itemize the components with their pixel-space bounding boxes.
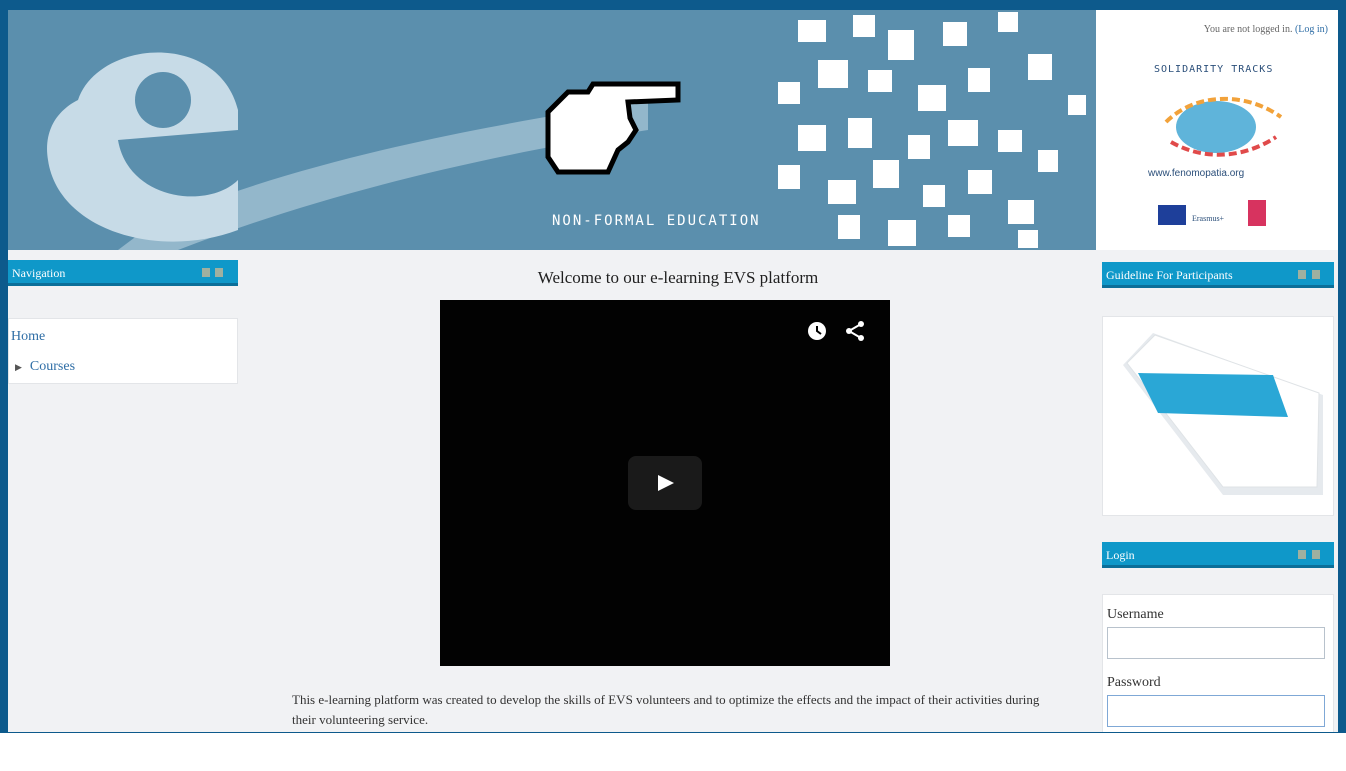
login-header: Login — [1102, 542, 1334, 568]
nav-item-courses[interactable]: ▶ Courses — [15, 359, 75, 375]
eu-flag-icon — [1158, 205, 1186, 225]
partner-logo-icon — [1248, 200, 1266, 226]
guideline-document-image[interactable] — [1113, 325, 1325, 495]
banner: NON-FORMAL EDUCATION — [8, 10, 1096, 250]
nav-item-home[interactable]: Home — [11, 329, 45, 345]
erasmus-label: Erasmus+ — [1192, 214, 1225, 223]
collapse-icon[interactable] — [1298, 270, 1306, 279]
dock-icon[interactable] — [1312, 270, 1320, 279]
play-button[interactable] — [628, 456, 702, 510]
login-title: Login — [1106, 548, 1135, 562]
password-label: Password — [1107, 675, 1161, 690]
guideline-body — [1102, 316, 1334, 516]
play-icon — [658, 475, 674, 491]
guideline-header: Guideline For Participants — [1102, 262, 1334, 288]
login-status-text: You are not logged in. — [1203, 24, 1293, 35]
collapse-icon[interactable] — [202, 268, 210, 277]
page-description: This e-learning platform was created to … — [292, 692, 1040, 727]
dock-icon[interactable] — [1312, 550, 1320, 559]
navigation-header: Navigation — [8, 260, 238, 286]
partner-url: www.fenomopatia.org — [1148, 168, 1245, 179]
login-link[interactable]: (Log in) — [1295, 24, 1328, 35]
username-label: Username — [1107, 607, 1164, 622]
username-input[interactable] — [1107, 627, 1325, 659]
page: NON-FORMAL EDUCATION You are not logged … — [8, 10, 1338, 732]
globe-icon — [1164, 96, 1283, 157]
login-body: Username Password — [1102, 594, 1334, 732]
share-icon[interactable] — [844, 320, 866, 342]
partner-title: SOLIDARITY TRACKS — [1154, 64, 1274, 75]
expand-arrow-icon[interactable]: ▶ — [15, 362, 22, 372]
bottom-strip — [0, 733, 1346, 771]
video-player[interactable] — [440, 300, 890, 666]
dock-icon[interactable] — [215, 268, 223, 277]
nav-item-courses-label: Courses — [29, 359, 76, 374]
navigation-body: Home ▶ Courses — [8, 318, 238, 384]
page-title: Welcome to our e-learning EVS platform — [537, 268, 819, 287]
partner-logo-panel: You are not logged in. (Log in) SOLIDARI… — [1096, 10, 1338, 250]
banner-tagline: NON-FORMAL EDUCATION — [552, 213, 761, 229]
collapse-icon[interactable] — [1298, 550, 1306, 559]
navigation-title: Navigation — [12, 266, 66, 280]
password-input[interactable] — [1107, 695, 1325, 727]
pointing-hand-icon — [545, 81, 681, 175]
clock-icon[interactable] — [806, 320, 828, 342]
guideline-title: Guideline For Participants — [1106, 268, 1233, 282]
login-status: You are not logged in. (Log in) — [1204, 24, 1328, 35]
